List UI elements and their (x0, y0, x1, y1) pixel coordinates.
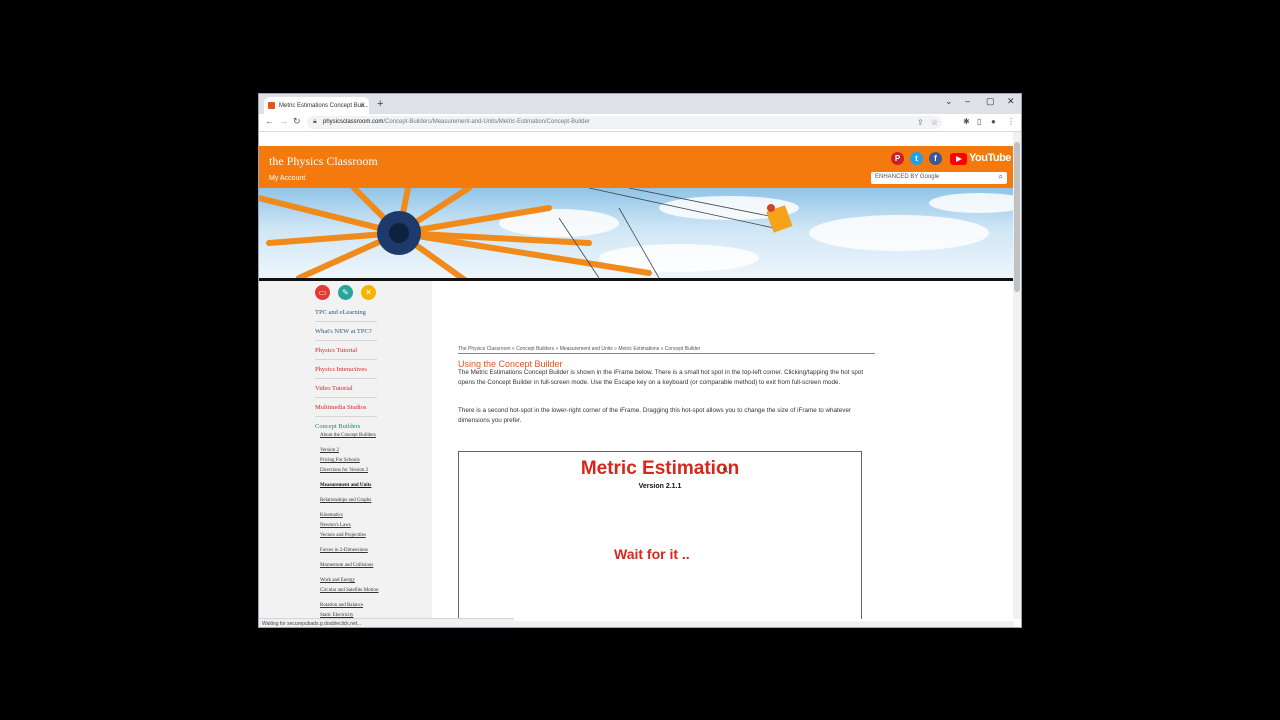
sub-directions[interactable]: Directions for Version 2 (320, 468, 380, 474)
tab-close-icon[interactable]: × (360, 101, 365, 110)
site-header: the Physics Classroom My Account P t f Y… (259, 146, 1014, 188)
sub-newtons-laws[interactable]: Newton's Laws (320, 523, 380, 529)
nav-divider (315, 359, 377, 360)
banner-image (259, 188, 1014, 278)
site-title[interactable]: the Physics Classroom (269, 154, 378, 169)
nav-multimedia-studios[interactable]: Multimedia Studios (315, 404, 366, 411)
browser-tab[interactable]: Metric Estimations Concept Buil... × (264, 97, 369, 114)
bookmark-star-icon[interactable]: ☆ (931, 118, 938, 127)
lock-icon[interactable]: 🔒︎ (313, 118, 317, 126)
iframe-version: Version 2.1.1 (638, 483, 682, 490)
sub-pricing[interactable]: Pricing For Schools (320, 458, 380, 464)
hotspot-paragraph: There is a second hot-spot in the lower-… (458, 407, 852, 424)
maximize-button[interactable]: ▢ (986, 96, 995, 107)
sub-kinematics[interactable]: Kinematics (320, 513, 380, 519)
back-arrow-icon[interactable]: ← (265, 116, 274, 126)
browser-toolbar: ← → ↻ 🔒︎ physicsclassroom.com/Concept-Bu… (259, 114, 1021, 132)
nav-video-tutorial[interactable]: Video Tutorial (315, 385, 353, 392)
iframe-loading-text: Wait for it .. (614, 546, 690, 562)
tab-search-chevron-icon[interactable]: ⌄ (945, 96, 953, 107)
sidebar: ▭ ✎ ✕ TPC and eLearning What's NEW at TP… (259, 281, 432, 619)
menu-kebab-icon[interactable]: ⋮ (1007, 117, 1015, 126)
sub-rotation-balance[interactable]: Rotation and Balance (320, 603, 380, 609)
nav-divider (315, 397, 377, 398)
side-panel-icon[interactable]: ▯ (977, 117, 981, 126)
minimize-button[interactable]: – (965, 96, 970, 106)
browser-window: Metric Estimations Concept Buil... × + ⌄… (258, 93, 1022, 628)
concept-builder-iframe[interactable]: Metric Estimation Version 2.1.1 Wait for… (458, 451, 862, 619)
nav-divider (315, 378, 377, 379)
web-page: the Physics Classroom My Account P t f Y… (259, 132, 1014, 619)
swing-ride-illustration (259, 188, 1014, 278)
sub-relationships-graphs[interactable]: Relationships and Graphs (320, 498, 380, 504)
close-window-button[interactable]: ✕ (1007, 96, 1015, 107)
sub-forces-2d[interactable]: Forces in 2-Dimensions (320, 548, 380, 554)
breadcrumb-divider (458, 353, 875, 354)
screen-icon[interactable]: ▭ (315, 285, 330, 300)
horizontal-scrollbar[interactable] (514, 621, 1014, 627)
sub-vectors-projectiles[interactable]: Vectors and Projectiles (320, 533, 380, 539)
sub-momentum-collisions[interactable]: Momentum and Collisions (320, 563, 380, 569)
main-content: The Physics Classroom » Concept Builders… (432, 281, 1014, 619)
sub-version-2[interactable]: Version 2 (320, 448, 380, 454)
nav-divider (315, 340, 377, 341)
search-input[interactable]: ENHANCED BY Google ⌕ (871, 172, 1007, 184)
nav-physics-tutorial[interactable]: Physics Tutorial (315, 347, 357, 354)
reload-icon[interactable]: ↻ (293, 116, 301, 127)
iframe-title: Metric Estimation (580, 458, 740, 479)
pinterest-icon[interactable]: P (891, 152, 904, 165)
scrollbar-thumb[interactable] (1014, 142, 1020, 292)
tab-strip: Metric Estimations Concept Buil... × + ⌄… (259, 94, 1021, 114)
favicon-icon (268, 102, 275, 109)
nav-divider (315, 321, 377, 322)
new-tab-button[interactable]: + (377, 98, 383, 110)
notes-icon[interactable]: ✎ (338, 285, 353, 300)
profile-icon[interactable]: ● (991, 117, 996, 126)
youtube-label[interactable]: YouTube (969, 152, 1011, 164)
nav-physics-interactives[interactable]: Physics Interactives (315, 366, 367, 373)
intro-paragraph: The Metric Estimations Concept Builder i… (458, 369, 864, 386)
my-account-link[interactable]: My Account (269, 175, 305, 182)
sub-circular-satellite[interactable]: Circular and Satellite Motion (320, 588, 380, 594)
youtube-play-icon[interactable] (950, 153, 967, 165)
search-icon[interactable]: ⌕ (999, 172, 1003, 182)
nav-concept-builders[interactable]: Concept Builders (315, 423, 360, 430)
address-bar[interactable]: 🔒︎ physicsclassroom.com/Concept-Builders… (307, 116, 942, 129)
nav-tpc-elearning[interactable]: TPC and eLearning (315, 309, 366, 316)
mouse-cursor-icon: ↖ (722, 465, 730, 475)
nav-divider (315, 416, 377, 417)
status-bar: Waiting for securepubads.g.doubleclick.n… (259, 618, 514, 627)
url-text[interactable]: physicsclassroom.com/Concept-Builders/Me… (323, 119, 590, 125)
sub-work-energy[interactable]: Work and Energy (320, 578, 380, 584)
sub-about-concept-builders[interactable]: About the Concept Builders (320, 433, 380, 439)
twitter-icon[interactable]: t (910, 152, 923, 165)
breadcrumb[interactable]: The Physics Classroom » Concept Builders… (458, 346, 700, 352)
sub-measurement-units[interactable]: Measurement and Units (320, 483, 380, 489)
forward-arrow-icon[interactable]: → (279, 116, 288, 126)
vertical-scrollbar[interactable] (1013, 132, 1021, 619)
facebook-icon[interactable]: f (929, 152, 942, 165)
tools-icon[interactable]: ✕ (361, 285, 376, 300)
tab-title: Metric Estimations Concept Buil... (279, 103, 369, 109)
search-placeholder: ENHANCED BY Google (875, 174, 940, 180)
nav-whats-new[interactable]: What's NEW at TPC? (315, 328, 372, 335)
share-icon[interactable]: ⇪ (917, 118, 924, 127)
extensions-icon[interactable]: ✱ (963, 117, 970, 126)
